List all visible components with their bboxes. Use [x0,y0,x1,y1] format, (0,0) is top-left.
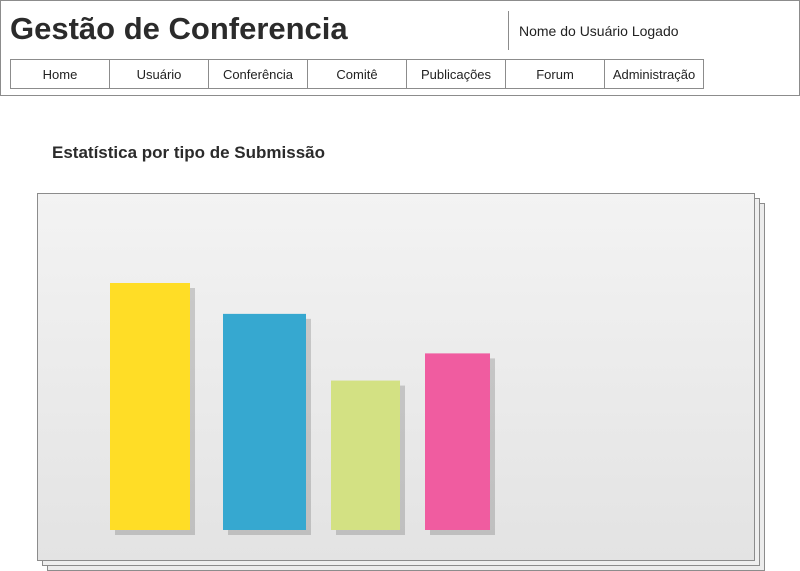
app-title: Gestão de Conferencia [10,11,348,46]
chart-bar-1 [110,283,190,530]
logged-user-name[interactable]: Nome do Usuário Logado [519,23,679,39]
chart-bar-2 [223,313,306,530]
nav-conferencia[interactable]: Conferência [208,59,308,89]
section-title: Estatística por tipo de Submissão [52,143,326,162]
nav-usuario[interactable]: Usuário [109,59,209,89]
nav-forum[interactable]: Forum [505,59,605,89]
header: Gestão de Conferencia Nome do Usuário Lo… [0,0,800,96]
nav-comite[interactable]: Comitê [307,59,407,89]
nav-publicacoes[interactable]: Publicações [406,59,506,89]
nav-home[interactable]: Home [10,59,110,89]
chart-bar-4 [425,353,490,530]
main-nav: Home Usuário Conferência Comitê Publicaç… [10,59,704,89]
nav-administracao[interactable]: Administração [604,59,704,89]
chart-bar-3 [331,380,400,530]
bar-chart [110,283,495,535]
chart-panel [37,193,755,561]
user-divider [508,11,509,50]
